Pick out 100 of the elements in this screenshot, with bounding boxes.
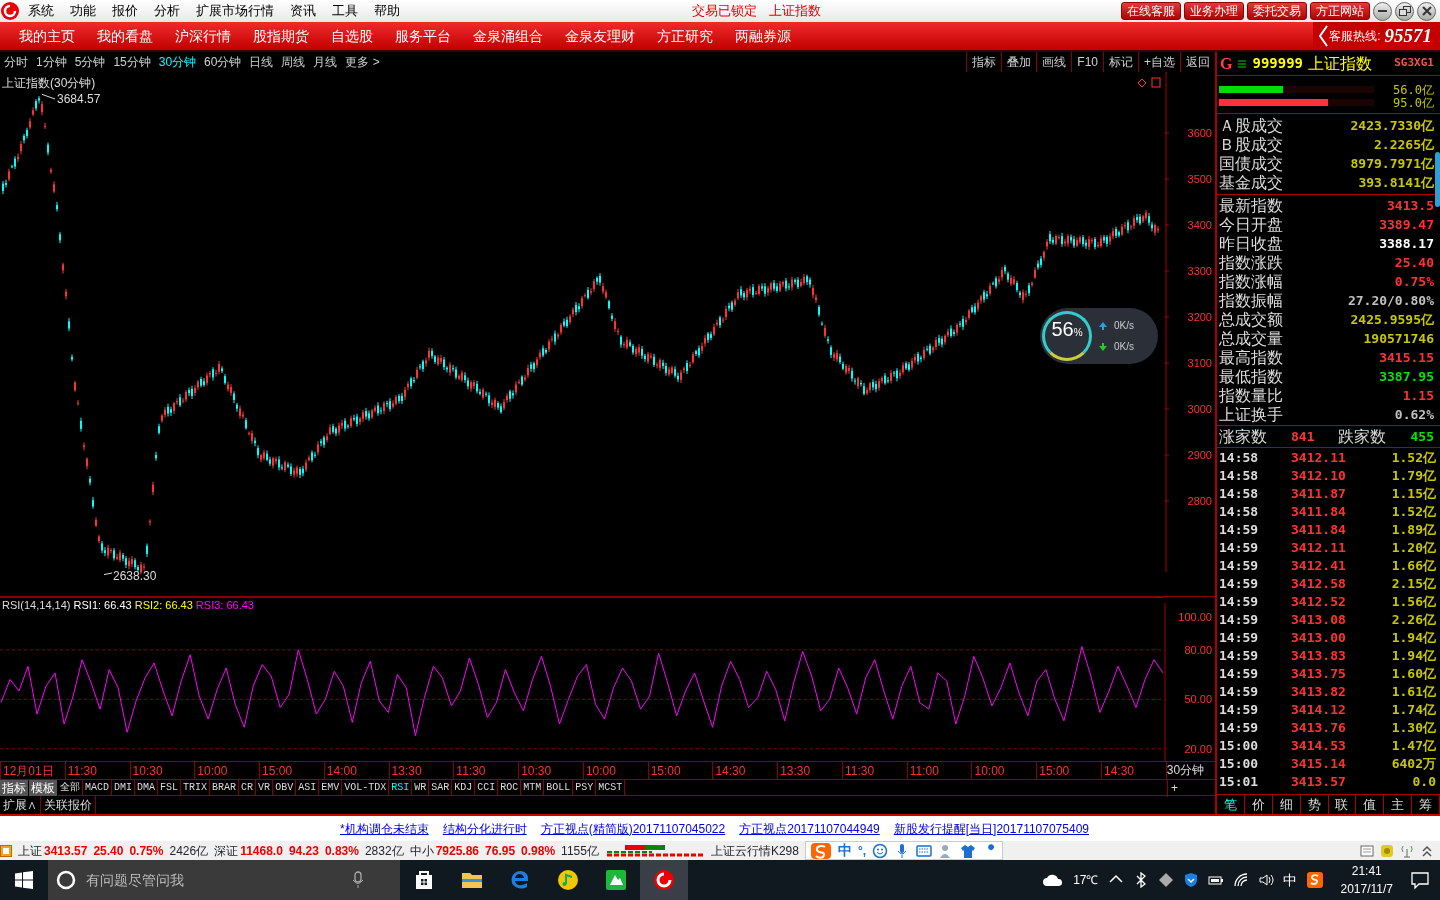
period-tab[interactable]: 60分钟 — [200, 53, 246, 71]
menu-item[interactable]: 系统 — [20, 1, 62, 21]
tick-price: 3413.82 — [1291, 683, 1347, 702]
indicator-tab[interactable]: TRIX — [181, 779, 211, 796]
spiral-logo-icon — [652, 868, 676, 892]
toolbar-button[interactable]: 业务办理 — [1184, 2, 1244, 20]
menu-item[interactable]: 分析 — [146, 1, 188, 21]
shield-icon[interactable] — [1182, 872, 1199, 888]
sogou-logo-icon[interactable] — [1305, 871, 1324, 889]
news-link[interactable]: 方正视点(精简版)20171107045022 — [540, 819, 726, 838]
chart-tool-button[interactable]: 指标 — [966, 52, 1002, 72]
news-link[interactable]: 新股发行提醒[当日]20171107075409 — [893, 819, 1089, 838]
indicator-tab[interactable]: CCI — [475, 779, 499, 796]
tick-time: 15:00 — [1219, 737, 1260, 756]
double-arrow-up-icon[interactable] — [1420, 843, 1434, 858]
clock[interactable]: 21:41 2017/11/7 — [1332, 862, 1401, 898]
nav-item[interactable]: 我的主页 — [8, 25, 86, 47]
add-button[interactable]: + — [1167, 778, 1215, 797]
indicator-tab[interactable]: CR — [239, 779, 257, 796]
close-button[interactable] — [1417, 1, 1436, 21]
indicator-tab[interactable]: SAR — [429, 779, 453, 796]
indicator-tab[interactable]: OBV — [273, 779, 297, 796]
scrollbar[interactable] — [1435, 152, 1440, 207]
nav-item[interactable]: 方正研究 — [646, 25, 724, 47]
indicator-tab[interactable]: VR — [256, 779, 274, 796]
restore-button[interactable] — [1395, 1, 1414, 21]
wifi-icon[interactable] — [1232, 872, 1249, 888]
search-box[interactable]: 有问题尽管问我 — [48, 860, 400, 900]
menu-item[interactable]: 工具 — [324, 1, 366, 21]
period-tab[interactable]: 15分钟 — [109, 53, 155, 71]
punctuation-toggle[interactable]: °, — [857, 841, 867, 860]
indicator-tab[interactable]: ASI — [296, 779, 320, 796]
period-tab[interactable]: 日线 — [245, 53, 278, 71]
nav-item[interactable]: 两融券源 — [724, 25, 802, 47]
ime-indicator[interactable]: 中 — [1282, 869, 1297, 891]
menu-icon[interactable] — [1237, 58, 1248, 69]
toolbar-button[interactable]: 方正网站 — [1310, 2, 1370, 20]
indicator-tab[interactable]: PSY — [573, 779, 597, 796]
period-tab[interactable]: 月线 — [309, 53, 342, 71]
indicator-tab[interactable]: 全部 — [58, 779, 83, 796]
news-link[interactable]: *机构调仓未结束 — [340, 819, 429, 838]
taskbar-app-button[interactable] — [640, 860, 688, 900]
diamond-icon[interactable] — [1157, 872, 1174, 888]
chart-tool-button[interactable]: 返回 — [1180, 52, 1215, 72]
indicator-tab[interactable]: DMI — [112, 779, 136, 796]
period-tab[interactable]: 30分钟 — [154, 53, 201, 71]
nav-item[interactable]: 我的看盘 — [86, 25, 164, 47]
indicator-tab[interactable]: KDJ — [452, 779, 476, 796]
news-link[interactable]: 结构分化进行时 — [442, 819, 527, 838]
chart-tool-button[interactable]: 标记 — [1103, 52, 1138, 72]
indicator-tab[interactable]: RSI — [389, 779, 413, 796]
period-tab[interactable]: 更多 > — [341, 53, 384, 71]
indicator-tab[interactable]: MCST — [596, 779, 626, 796]
chart-tool-button[interactable]: +自选 — [1138, 52, 1180, 72]
period-tab[interactable]: 5分钟 — [70, 53, 110, 71]
menu-item[interactable]: 帮助 — [366, 1, 408, 21]
indicator-tab[interactable]: MACD — [83, 779, 112, 796]
menu-item[interactable]: 资讯 — [282, 1, 324, 21]
breadth-count: 841 — [1291, 427, 1315, 446]
upload-arrow-icon — [1098, 320, 1108, 331]
indicator-tab[interactable]: FSL — [158, 779, 182, 796]
period-tab[interactable]: 1分钟 — [32, 53, 71, 71]
menu-item[interactable]: 报价 — [104, 1, 146, 21]
indicator-tab[interactable]: WR — [412, 779, 430, 796]
nav-item[interactable]: 自选股 — [320, 25, 384, 47]
menu-item[interactable]: 功能 — [62, 1, 104, 21]
download-arrow-icon — [1098, 341, 1108, 352]
nav-item[interactable]: 沪深行情 — [164, 25, 242, 47]
nav-item[interactable]: 金泉涌组合 — [462, 25, 554, 47]
indicator-tab[interactable]: ROC — [498, 779, 522, 796]
volume-icon[interactable] — [1257, 872, 1274, 888]
toolbar-button[interactable]: 委托交易 — [1247, 2, 1307, 20]
antenna-icon[interactable] — [1400, 843, 1414, 858]
window-icon — [0, 844, 12, 857]
shirt-icon[interactable] — [960, 842, 977, 859]
smiley-icon[interactable] — [872, 842, 889, 859]
news-link[interactable]: 方正视点20171107044949 — [739, 819, 880, 838]
indicator-title: RSI(14,14,14) — [2, 599, 71, 611]
nav-item[interactable]: 服务平台 — [384, 25, 462, 47]
period-tab[interactable]: 分时 — [0, 53, 32, 71]
indicator-tab[interactable]: EMV — [319, 779, 343, 796]
indicator-tab[interactable]: BOLL — [544, 779, 574, 796]
ime-mode[interactable]: 中 — [837, 840, 852, 861]
chart-tool-button[interactable]: 画线 — [1036, 52, 1072, 72]
coin-icon[interactable] — [1380, 843, 1394, 858]
nav-item[interactable]: 股指期货 — [242, 25, 320, 47]
search-field[interactable]: 有问题尽管问我 — [84, 868, 344, 892]
indicator-tab[interactable]: VOL-TDX — [342, 779, 390, 796]
menu-item[interactable]: 扩展市场行情 — [188, 1, 282, 21]
indicator-tab[interactable]: DMA — [135, 779, 159, 796]
toolbar-button[interactable]: 在线客服 — [1121, 2, 1181, 20]
notification-icon[interactable] — [1410, 870, 1430, 890]
indicator-tab[interactable]: BRAR — [210, 779, 240, 796]
indicator-tab[interactable]: MTM — [521, 779, 545, 796]
nav-item[interactable]: 金泉友理财 — [554, 25, 646, 47]
chart-tool-button[interactable]: F10 — [1071, 52, 1103, 72]
keyboard-icon[interactable] — [916, 842, 933, 859]
period-tab[interactable]: 周线 — [277, 53, 310, 71]
chart-tool-button[interactable]: 叠加 — [1001, 52, 1037, 72]
minimize-button[interactable] — [1373, 1, 1392, 21]
